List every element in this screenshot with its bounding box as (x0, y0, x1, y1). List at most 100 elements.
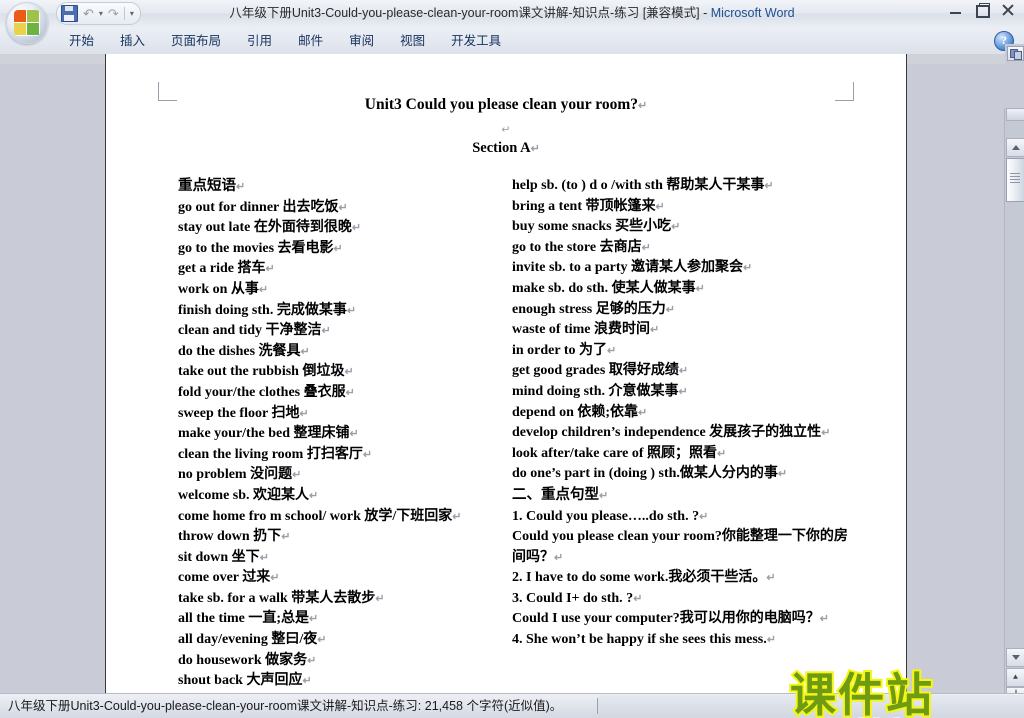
vocab-line: do housework 做家务↵ (178, 651, 508, 672)
pilcrow-icon: ↵ (259, 551, 269, 564)
vocab-line: bring a tent 带顶帐篷来↵ (512, 197, 852, 218)
scrollbar-thumb[interactable] (1006, 158, 1024, 202)
vocab-line: buy some snacks 买些小吃↵ (512, 217, 852, 238)
vocab-line: 1. Could you please…..do sth. ?↵ (512, 507, 852, 528)
vocab-line: go out for dinner 出去吃饭↵ (178, 198, 508, 219)
tab-home[interactable]: 开始 (56, 30, 107, 52)
vocab-line-text: go out for dinner 出去吃饭 (178, 199, 339, 215)
document-workspace: Unit3 Could you please clean your room?↵… (0, 54, 1024, 718)
vocab-line: make your/the bed 整理床铺↵ (178, 424, 508, 445)
pilcrow-icon: ↵ (671, 221, 681, 234)
vocab-line: sit down 坐下↵ (178, 548, 508, 569)
vocab-line: 二、重点句型↵ (512, 485, 852, 507)
vocab-line: 重点短语↵ (178, 176, 508, 198)
vocab-line: 4. She won’t be happy if she sees this m… (512, 630, 852, 651)
vocab-line: come home fro m school/ work 放学/下班回家↵ (178, 507, 508, 528)
select-view-object-icon (1007, 46, 1024, 61)
vocab-line-text: waste of time 浪费时间 (512, 322, 651, 338)
vocab-line: go to the store 去商店↵ (512, 238, 852, 259)
doc-heading-title: Unit3 Could you please clean your room?↵ (106, 96, 906, 114)
vocab-line-text: no problem 没问题 (178, 467, 293, 483)
tab-view[interactable]: 视图 (387, 30, 438, 52)
vocab-line: shout back 大声回应↵ (178, 671, 508, 692)
vocab-line-text: buy some snacks 买些小吃 (512, 219, 672, 235)
previous-page-button[interactable]: ⯅ (1006, 668, 1024, 687)
tab-developer[interactable]: 开发工具 (438, 30, 514, 52)
vocab-line-text: get a ride 搭车 (178, 261, 266, 277)
scroll-down-button[interactable] (1006, 648, 1024, 667)
pilcrow-icon: ↵ (717, 447, 727, 460)
minimize-button[interactable] (948, 3, 964, 17)
pilcrow-icon: ↵ (819, 613, 829, 626)
vocab-line: Could I use your computer?我可以用你的电脑吗？↵ (512, 609, 852, 630)
status-bar-right-pane (598, 695, 1024, 717)
close-button[interactable] (1000, 3, 1016, 17)
pilcrow-icon: ↵ (530, 143, 540, 155)
vocab-line: finish doing sth. 完成做某事↵ (178, 301, 508, 322)
pilcrow-icon: ↵ (665, 303, 675, 316)
vocab-line: welcome sb. 欢迎某人↵ (178, 486, 508, 507)
status-bar: 八年级下册Unit3-Could-you-please-clean-your-r… (0, 693, 1024, 718)
vocab-line-text: in order to 为了 (512, 342, 608, 358)
pilcrow-icon: ↵ (678, 385, 688, 398)
office-button[interactable] (6, 2, 48, 44)
pilcrow-icon: ↵ (258, 283, 269, 296)
pilcrow-icon: ↵ (633, 592, 643, 605)
vocab-line: do one’s part in (doing ) sth.做某人分内的事↵ (512, 464, 852, 485)
pilcrow-icon: ↵ (678, 365, 689, 378)
vocab-line-text: work on 从事 (178, 281, 259, 297)
vocab-line-text: take out the rubbish 倒垃圾 (178, 364, 345, 380)
pilcrow-icon: ↵ (309, 613, 319, 626)
tab-insert[interactable]: 插入 (107, 30, 158, 52)
window-title-document: 八年级下册Unit3-Could-you-please-clean-your-r… (229, 6, 700, 20)
vocab-line: mind doing sth. 介意做某事↵ (512, 382, 852, 403)
pilcrow-icon: ↵ (501, 124, 511, 136)
vocab-line-text: bring a tent 带顶帐篷来 (512, 198, 656, 214)
pilcrow-icon: ↵ (292, 469, 302, 482)
document-body[interactable]: Unit3 Could you please clean your room?↵… (106, 54, 906, 694)
vocab-line-text: sit down 坐下 (178, 549, 260, 565)
window-controls (948, 3, 1016, 18)
vocab-line-text: stay out late 在外面待到很晚 (178, 220, 352, 236)
pilcrow-icon: ↵ (307, 654, 317, 667)
vocab-line-text: throw down 扔下 (178, 529, 282, 545)
tab-mailings[interactable]: 邮件 (285, 30, 336, 52)
vocab-heading-text: 重点短语 (178, 178, 236, 194)
vocab-line-text: enough stress 足够的压力 (512, 301, 666, 317)
vocab-line: do the dishes 洗餐具↵ (178, 342, 508, 363)
vocab-line-text: do one’s part in (doing ) sth.做某人分内的事 (512, 466, 778, 482)
vocab-line: go to the movies 去看电影↵ (178, 239, 508, 260)
pilcrow-icon: ↵ (345, 386, 355, 399)
pilcrow-icon: ↵ (375, 592, 385, 605)
ribbon-tabs: 开始 插入 页面布局 引用 邮件 审阅 视图 开发工具 (56, 27, 514, 54)
vertical-scrollbar[interactable]: ⯅ ⯆ (1004, 108, 1024, 718)
restore-button[interactable] (974, 3, 990, 18)
scroll-up-button[interactable] (1006, 138, 1024, 157)
pilcrow-icon: ↵ (344, 366, 354, 379)
doc-blank-line: ↵ (106, 120, 906, 138)
pilcrow-icon: ↵ (362, 448, 373, 461)
tab-references[interactable]: 引用 (234, 30, 285, 52)
tab-page-layout[interactable]: 页面布局 (158, 30, 234, 52)
view-object-button[interactable] (1005, 44, 1024, 61)
vocab-heading-text: 二、重点句型 (512, 486, 599, 503)
office-logo-icon (14, 10, 40, 36)
vocab-line-text: invite sb. to a party 邀请某人参加聚会 (512, 260, 743, 276)
window-title-app: Microsoft Word (710, 6, 795, 20)
document-page[interactable]: Unit3 Could you please clean your room?↵… (106, 54, 906, 694)
pilcrow-icon: ↵ (265, 263, 275, 276)
vocab-line: no problem 没问题↵ (178, 465, 508, 486)
vocab-line-text: do housework 做家务 (178, 652, 308, 668)
vocab-line: help sb. (to ) d o /with sth 帮助某人干某事↵ (512, 176, 852, 197)
pilcrow-icon: ↵ (281, 531, 291, 544)
vocab-line: depend on 依赖;依靠↵ (512, 403, 852, 424)
doc-heading-section: Section A↵ (106, 140, 906, 157)
pilcrow-icon: ↵ (300, 345, 310, 358)
tab-review[interactable]: 审阅 (336, 30, 387, 52)
vocab-line-text: come home fro m school/ work 放学/下班回家 (178, 508, 453, 524)
window-title: 八年级下册Unit3-Could-you-please-clean-your-r… (0, 0, 1024, 27)
split-window-handle[interactable] (1006, 108, 1024, 121)
window-title-separator: - (699, 6, 711, 20)
status-bar-text: 八年级下册Unit3-Could-you-please-clean-your-r… (8, 699, 563, 713)
vocab-line-text: make sb. do sth. 使某人做某事 (512, 280, 696, 296)
